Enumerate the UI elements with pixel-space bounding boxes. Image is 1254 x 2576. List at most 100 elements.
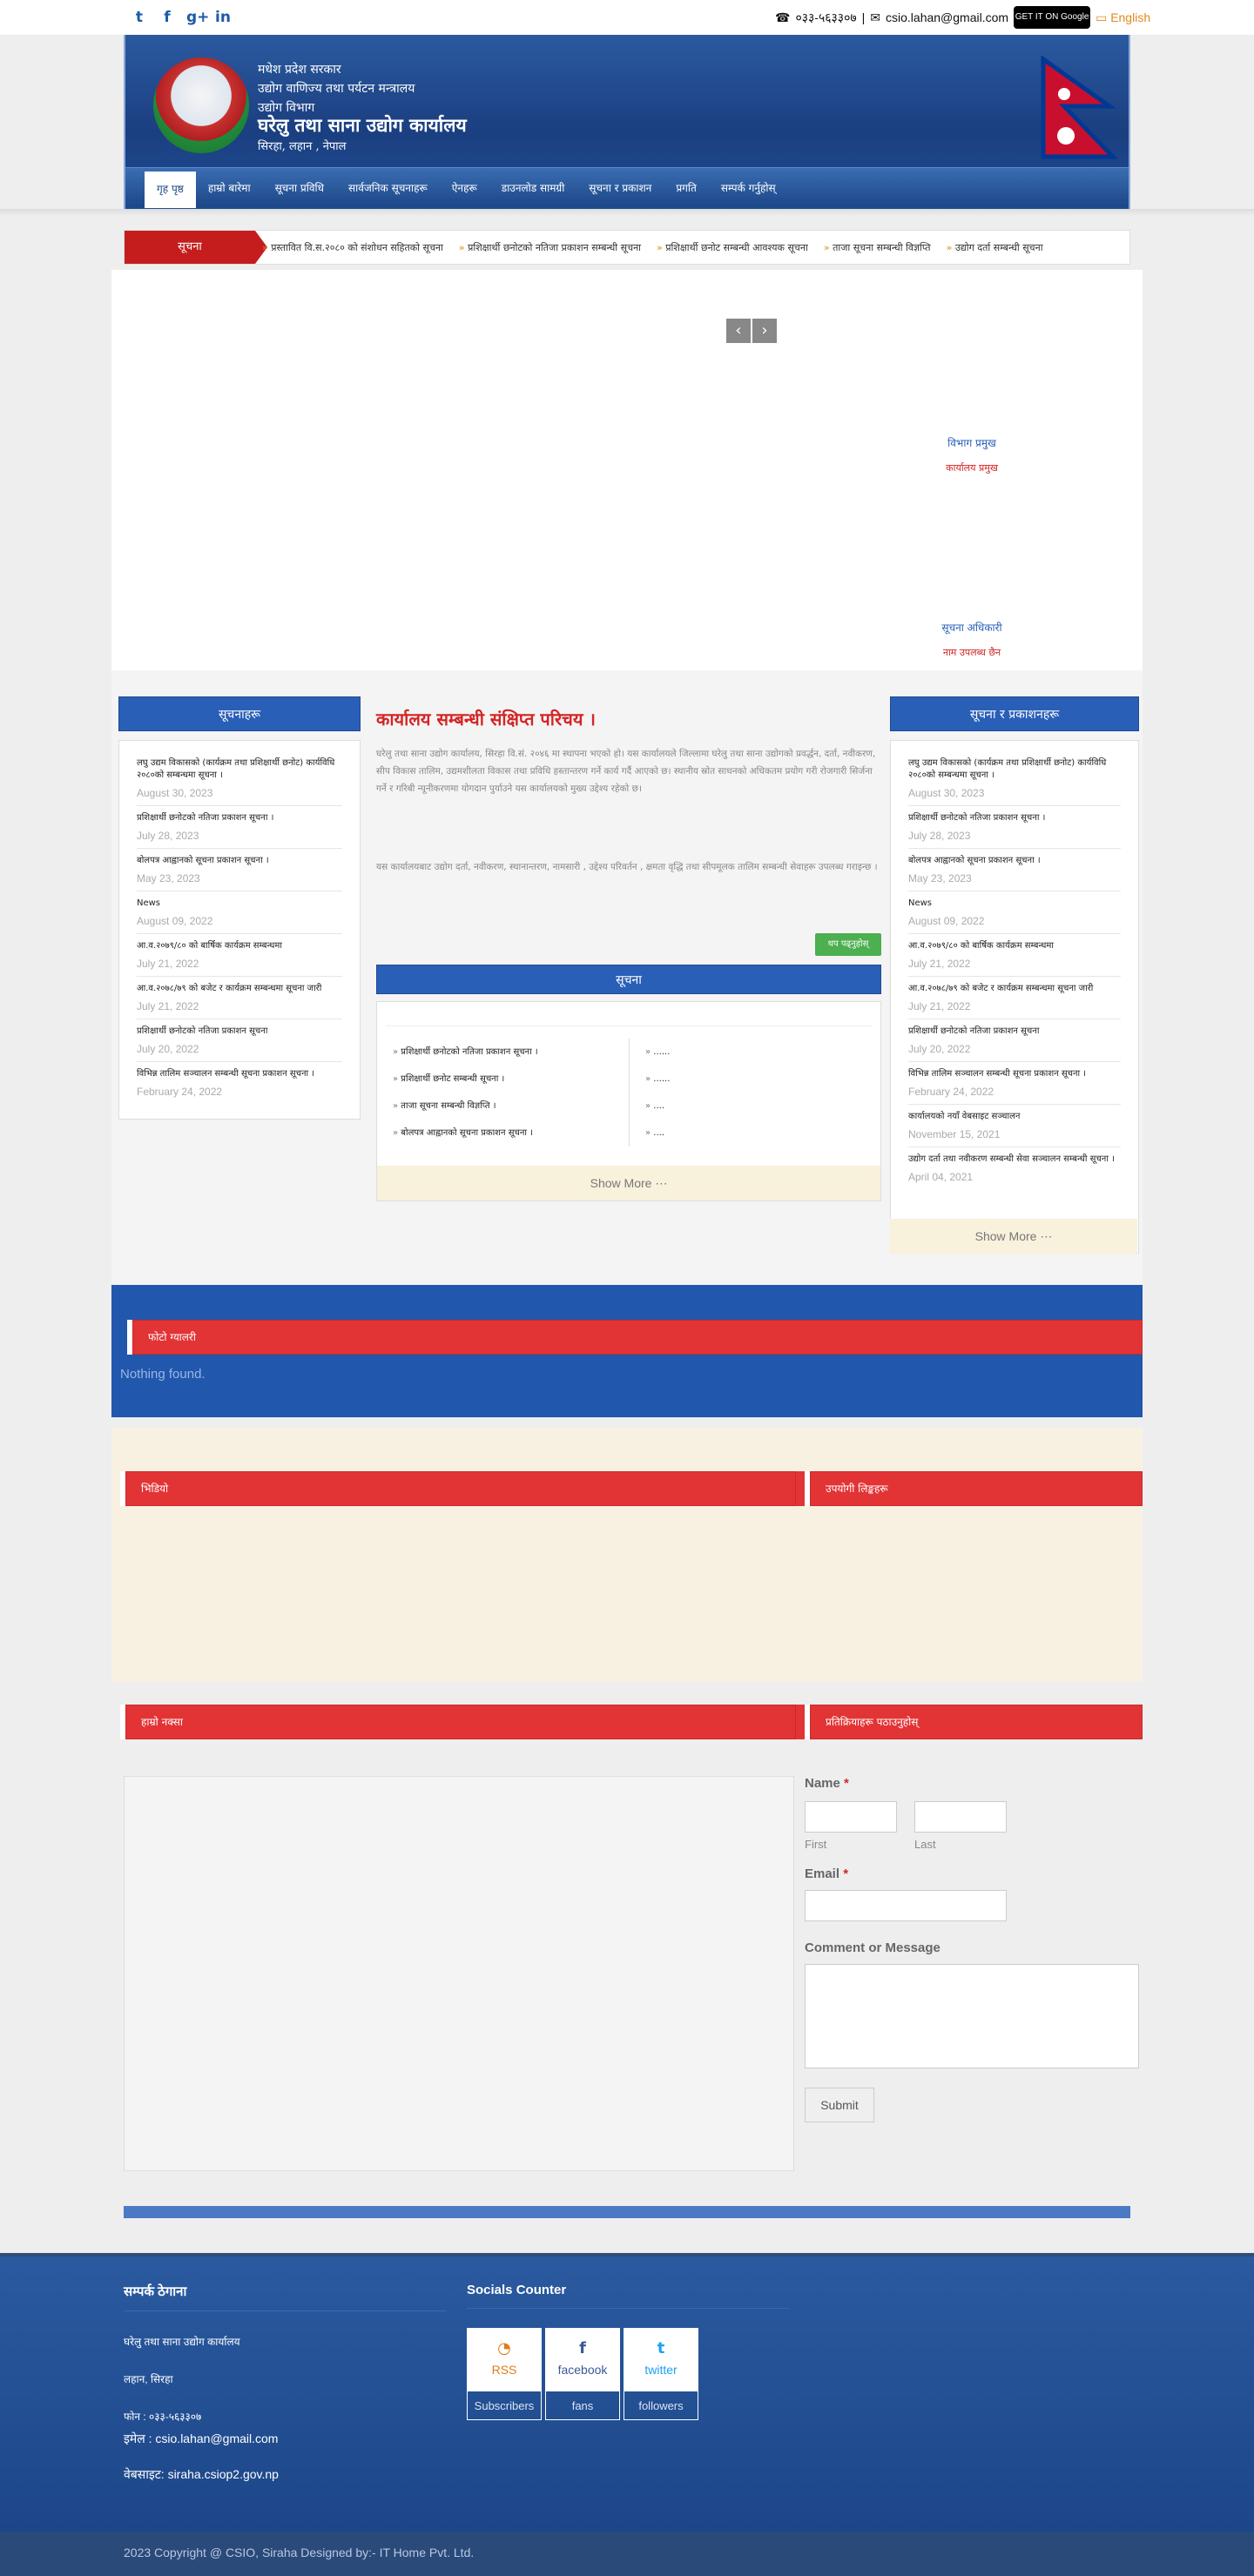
- comment-textarea[interactable]: [805, 1964, 1139, 2068]
- list-item[interactable]: प्रशिक्षार्थी छनोटको नतिजा प्रकाशन सूचना…: [137, 1019, 342, 1062]
- nav-item-it[interactable]: सूचना प्रविधि: [263, 168, 336, 208]
- list-item[interactable]: उद्योग दर्ता तथा नवीकरण सम्बन्धी सेवा सञ…: [908, 1147, 1121, 1189]
- language-label: English: [1110, 10, 1151, 24]
- footer-email[interactable]: इमेल : csio.lahan@gmail.com: [124, 2431, 446, 2447]
- submit-button[interactable]: Submit: [805, 2088, 874, 2122]
- nav-item-home[interactable]: गृह पृष्ठ: [145, 172, 196, 208]
- news-title[interactable]: बोलपत्र आह्वानको सूचना प्रकाशन सूचना ।: [137, 855, 342, 867]
- facebook-icon[interactable]: f: [158, 9, 176, 26]
- slider-next-button[interactable]: ›: [752, 319, 777, 343]
- notice-item[interactable]: ......: [645, 1066, 866, 1093]
- nav-item-progress[interactable]: प्रगति: [664, 168, 709, 208]
- list-item[interactable]: बोलपत्र आह्वानको सूचना प्रकाशन सूचना । Ma…: [908, 849, 1121, 891]
- name-label-text: Name: [805, 1776, 840, 1791]
- notices-show-more-button[interactable]: Show More ⋯: [377, 1166, 880, 1201]
- list-item[interactable]: विभिन्न तालिम सञ्चालन सम्बन्धी सूचना प्र…: [137, 1062, 342, 1104]
- social-links: t f g+ in: [131, 7, 232, 28]
- news-title[interactable]: आ.व.२०७८/७९ को बजेट र कार्यक्रम सम्बन्धम…: [137, 983, 342, 995]
- top-email[interactable]: csio.lahan@gmail.com: [886, 10, 1008, 24]
- news-title[interactable]: लघु उद्यम विकासको (कार्यक्रम तथा प्रशिक्…: [137, 757, 342, 782]
- list-item[interactable]: News August 09, 2022: [908, 891, 1121, 934]
- news-title[interactable]: प्रशिक्षार्थी छनोटको नतिजा प्रकाशन सूचना…: [908, 812, 1121, 824]
- list-item[interactable]: बोलपत्र आह्वानको सूचना प्रकाशन सूचना । Ma…: [137, 849, 342, 891]
- news-title[interactable]: आ.व.२०७९/८० को बार्षिक कार्यक्रम सम्बन्ध…: [908, 940, 1121, 952]
- list-item[interactable]: प्रशिक्षार्थी छनोटको नतिजा प्रकाशन सूचना…: [908, 806, 1121, 849]
- language-switch[interactable]: ▭ English: [1096, 10, 1150, 25]
- google-plus-icon[interactable]: g+: [186, 9, 209, 26]
- news-title[interactable]: विभिन्न तालिम सञ्चालन सम्बन्धी सूचना प्र…: [908, 1068, 1121, 1080]
- ticker-item[interactable]: प्रशिक्षार्थी छनोट सम्बन्धी आवश्यक सूचना: [657, 241, 808, 254]
- news-title[interactable]: लघु उद्यम विकासको (कार्यक्रम तथा प्रशिक्…: [908, 757, 1121, 782]
- first-name-input[interactable]: [805, 1801, 897, 1833]
- notice-item[interactable]: प्रशिक्षार्थी छनोटको नतिजा प्रकाशन सूचना…: [393, 1039, 613, 1066]
- news-title[interactable]: प्रशिक्षार्थी छनोटको नतिजा प्रकाशन सूचना: [908, 1026, 1121, 1038]
- news-title[interactable]: आ.व.२०७९/८० को बार्षिक कार्यक्रम सम्बन्ध…: [137, 940, 342, 952]
- ticker-item[interactable]: ताजा सूचना सम्बन्धी विज्ञप्ति: [824, 241, 930, 254]
- nav-item-public-notices[interactable]: सार्वजनिक सूचनाहरू: [336, 168, 440, 208]
- rss-counter[interactable]: ◔ RSS Subscribers: [467, 2328, 542, 2420]
- news-title[interactable]: News: [908, 898, 1121, 910]
- twitter-counter[interactable]: t twitter followers: [624, 2328, 698, 2420]
- notices-filter-strip: [386, 1009, 872, 1026]
- list-item[interactable]: लघु उद्यम विकासको (कार्यक्रम तथा प्रशिक्…: [908, 751, 1121, 806]
- news-title[interactable]: प्रशिक्षार्थी छनोटको नतिजा प्रकाशन सूचना…: [137, 812, 342, 824]
- info-officer-name: सूचना अधिकारी: [941, 622, 1002, 634]
- list-item[interactable]: आ.व.२०७८/७९ को बजेट र कार्यक्रम सम्बन्धम…: [908, 977, 1121, 1019]
- last-name-input[interactable]: [914, 1801, 1007, 1833]
- slider-prev-button[interactable]: ‹: [726, 319, 751, 343]
- rss-icon: ◔: [497, 2339, 511, 2357]
- feedback-form: Name * First Last Email * Comment or Mes…: [805, 1776, 1139, 2122]
- ticker-item[interactable]: प्रस्तावित वि.स.२०८० को संशोधन सहितको सू…: [262, 241, 443, 254]
- ticker-item[interactable]: प्रशिक्षार्थी छनोटको नतिजा प्रकाशन सम्बन…: [459, 241, 641, 254]
- notice-item[interactable]: ......: [645, 1039, 866, 1066]
- notice-item[interactable]: ....: [645, 1120, 866, 1147]
- news-title[interactable]: आ.व.२०७८/७९ को बजेट र कार्यक्रम सम्बन्धम…: [908, 983, 1121, 995]
- list-item[interactable]: आ.व.२०७९/८० को बार्षिक कार्यक्रम सम्बन्ध…: [137, 934, 342, 977]
- notice-item[interactable]: ....: [645, 1093, 866, 1120]
- news-title[interactable]: बोलपत्र आह्वानको सूचना प्रकाशन सूचना ।: [908, 855, 1121, 867]
- list-item[interactable]: आ.व.२०७९/८० को बार्षिक कार्यक्रम सम्बन्ध…: [908, 934, 1121, 977]
- right-show-more-button[interactable]: Show More ⋯: [890, 1219, 1137, 1254]
- left-sidebar: सूचनाहरू लघु उद्यम विकासको (कार्यक्रम तथ…: [118, 696, 361, 1120]
- list-item[interactable]: प्रशिक्षार्थी छनोटको नतिजा प्रकाशन सूचना…: [137, 806, 342, 849]
- office-map[interactable]: [124, 1776, 794, 2171]
- notice-item[interactable]: बोलपत्र आह्वानको सूचना प्रकाशन सूचना ।: [393, 1120, 613, 1147]
- copyright-text: 2023 Copyright @ CSIO, Siraha Designed b…: [124, 2546, 475, 2559]
- notice-item[interactable]: प्रशिक्षार्थी छनोट सम्बन्धी सूचना ।: [393, 1066, 613, 1093]
- news-date: July 21, 2022: [908, 1000, 971, 1012]
- footer-website[interactable]: वेबसाइट: siraha.csiop2.gov.np: [124, 2466, 446, 2483]
- nav-item-publications[interactable]: सूचना र प्रकाशन: [576, 168, 664, 208]
- list-item[interactable]: आ.व.२०७८/७९ को बजेट र कार्यक्रम सम्बन्धम…: [137, 977, 342, 1019]
- list-item[interactable]: लघु उद्यम विकासको (कार्यक्रम तथा प्रशिक्…: [137, 751, 342, 806]
- nepal-emblem-logo[interactable]: [153, 57, 249, 153]
- nav-item-downloads[interactable]: डाउनलोड सामग्री: [489, 168, 577, 208]
- list-item[interactable]: News August 09, 2022: [137, 891, 342, 934]
- news-title[interactable]: News: [137, 898, 342, 910]
- list-item[interactable]: कार्यालयको नयाँ वेबसाइट सञ्चालन November …: [908, 1105, 1121, 1147]
- news-title[interactable]: प्रशिक्षार्थी छनोटको नतिजा प्रकाशन सूचना: [137, 1026, 342, 1038]
- nav-item-contact[interactable]: सम्पर्क गर्नुहोस्: [709, 168, 788, 208]
- facebook-counter[interactable]: f facebook fans: [545, 2328, 620, 2420]
- news-title[interactable]: विभिन्न तालिम सञ्चालन सम्बन्धी सूचना प्र…: [137, 1068, 342, 1080]
- news-title[interactable]: उद्योग दर्ता तथा नवीकरण सम्बन्धी सेवा सञ…: [908, 1153, 1121, 1166]
- ticker-item[interactable]: उद्योग दर्ता सम्बन्धी सूचना: [947, 241, 1043, 254]
- notice-item[interactable]: ताजा सूचना सम्बन्धी विज्ञप्ति ।: [393, 1093, 613, 1120]
- email-input[interactable]: [805, 1890, 1007, 1921]
- left-news-box: लघु उद्यम विकासको (कार्यक्रम तथा प्रशिक्…: [118, 740, 361, 1120]
- google-play-badge[interactable]: GET IT ON Google Play: [1014, 6, 1091, 44]
- site-header: मधेश प्रदेश सरकार उद्योग वाणिज्य तथा पर्…: [124, 35, 1130, 209]
- facebook-counter-top: f facebook: [546, 2329, 619, 2391]
- feedback-heading: प्रतिक्रियाहरू पठाउनुहोस्: [805, 1705, 1143, 1739]
- twitter-icon[interactable]: t: [131, 9, 148, 26]
- list-item[interactable]: विभिन्न तालिम सञ्चालन सम्बन्धी सूचना प्र…: [908, 1062, 1121, 1105]
- news-date: February 24, 2022: [137, 1086, 223, 1098]
- nav-item-about[interactable]: हाम्रो बारेमा: [196, 168, 263, 208]
- linkedin-icon[interactable]: in: [214, 9, 232, 26]
- read-more-button[interactable]: थप पढ्नुहोस्: [815, 933, 881, 956]
- socials-counter: Socials Counter ◔ RSS Subscribers f facebo…: [467, 2283, 789, 2420]
- news-date: August 30, 2023: [908, 787, 985, 799]
- news-title[interactable]: कार्यालयको नयाँ वेबसाइट सञ्चालन: [908, 1111, 1121, 1123]
- list-item[interactable]: प्रशिक्षार्थी छनोटको नतिजा प्रकाशन सूचना…: [908, 1019, 1121, 1062]
- nav-item-acts[interactable]: ऐनहरू: [440, 168, 489, 208]
- name-required-mark: *: [844, 1776, 849, 1791]
